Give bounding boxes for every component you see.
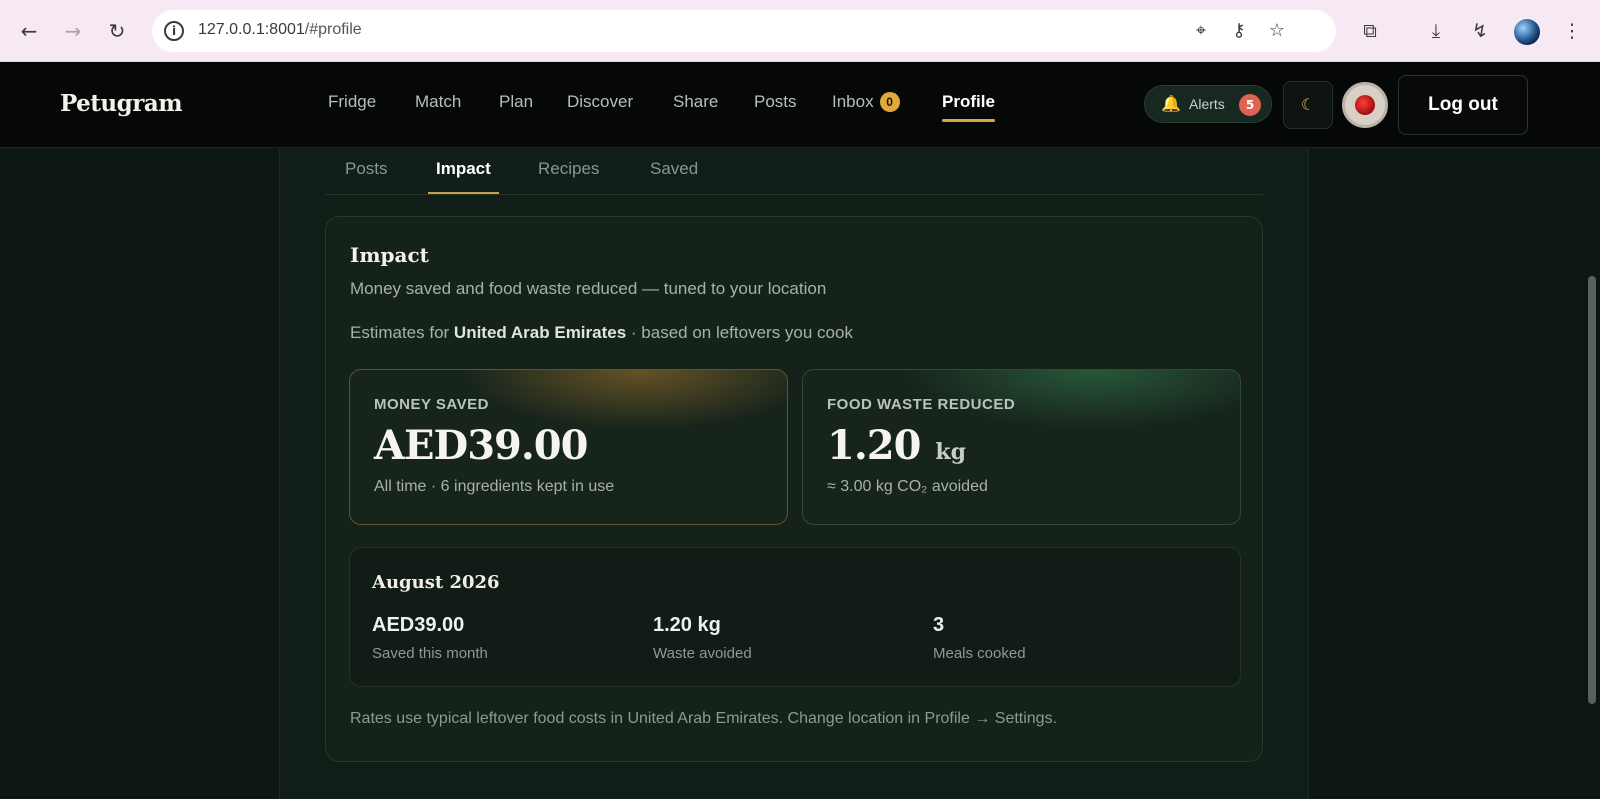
alerts-button[interactable]: 🔔 Alerts 5 [1144,85,1272,123]
impact-subtitle: Money saved and food waste reduced — tun… [350,279,827,298]
nav-discover[interactable]: Discover [567,92,633,112]
reload-icon[interactable]: ↻ [104,18,130,44]
browser-profile-avatar[interactable] [1514,19,1540,45]
impact-estimate-line: Estimates for United Arab Emirates · bas… [350,323,853,342]
profile-tabs: Posts Impact Recipes Saved [325,149,1263,195]
estimate-country: United Arab Emirates [453,323,627,342]
app-logo[interactable]: Petugram [60,90,183,117]
nav-share[interactable]: Share [673,92,718,112]
impact-card: Impact Money saved and food waste reduce… [325,216,1263,762]
browser-toolbar: ← → ↻ i 127.0.0.1:8001/#profile ⌖ ⚷ ☆ ⧉ … [0,0,1600,62]
back-icon[interactable]: ← [16,18,42,44]
nav-fridge[interactable]: Fridge [328,92,376,112]
forward-icon[interactable]: → [60,18,86,44]
nav-posts[interactable]: Posts [754,92,797,112]
nav-inbox-label: Inbox [832,92,874,111]
avatar-image [1355,95,1375,115]
nav-inbox[interactable]: Inbox 0 [832,92,900,112]
month-stat-label: Saved this month [372,645,488,662]
nav-match[interactable]: Match [415,92,461,112]
alerts-count-badge: 5 [1239,94,1261,116]
money-saved-label: MONEY SAVED [374,396,489,413]
tab-posts[interactable]: Posts [345,159,388,179]
month-stat-value: 3 [933,614,945,636]
menu-kebab-icon[interactable]: ⋮ [1560,19,1584,43]
page-scrollbar[interactable] [1588,276,1596,704]
month-stat-waste: 1.20 kg Waste avoided [653,614,752,662]
url-text[interactable]: 127.0.0.1:8001/#profile [198,21,362,39]
site-info-icon[interactable]: i [164,21,184,41]
food-waste-card: FOOD WASTE REDUCED 1.20 kg ≈ 3.00 kg CO₂… [802,369,1241,525]
extensions-icon[interactable]: ⧉ [1358,19,1382,43]
user-avatar[interactable] [1342,82,1388,128]
alerts-label: Alerts [1189,96,1225,112]
month-stat-value: 1.20 kg [653,614,721,636]
location-pin-icon[interactable]: ⌖ [1190,20,1212,42]
tab-saved[interactable]: Saved [650,159,698,179]
month-stat-label: Waste avoided [653,645,752,662]
money-saved-foot: All time · 6 ingredients kept in use [374,478,615,495]
tab-impact[interactable]: Impact [428,159,499,194]
nav-profile[interactable]: Profile [942,92,995,122]
money-saved-card: MONEY SAVED AED39.00 All time · 6 ingred… [349,369,788,525]
app-header: Petugram Fridge Match Plan Discover Shar… [0,62,1600,148]
bookmark-star-icon[interactable]: ☆ [1266,20,1288,42]
inbox-count-badge: 0 [879,92,900,112]
month-stat-value: AED39.00 [372,614,465,636]
food-waste-value: 1.20 kg [827,422,966,469]
food-waste-unit: kg [935,439,966,465]
impact-title: Impact [350,243,429,267]
performance-icon[interactable]: ↯ [1468,19,1492,43]
money-saved-value: AED39.00 [374,422,588,469]
month-stat-meals: 3 Meals cooked [933,614,1026,662]
tab-recipes[interactable]: Recipes [538,159,599,179]
nav-plan[interactable]: Plan [499,92,533,112]
month-stat-label: Meals cooked [933,645,1026,662]
monthly-summary-card: August 2026 AED39.00 Saved this month 1.… [349,547,1241,687]
month-title: August 2026 [372,572,500,593]
bell-icon: 🔔 [1161,94,1181,113]
logout-button[interactable]: Log out [1398,75,1528,135]
food-waste-label: FOOD WASTE REDUCED [827,396,1016,413]
address-bar[interactable]: i 127.0.0.1:8001/#profile ⌖ ⚷ ☆ [152,10,1336,52]
key-icon[interactable]: ⚷ [1228,20,1250,42]
moon-icon: ☾ [1300,95,1316,114]
theme-toggle-button[interactable]: ☾ [1283,81,1333,129]
rates-note: Rates use typical leftover food costs in… [350,710,1058,727]
co2-avoided-foot: ≈ 3.00 kg CO₂ avoided [827,478,988,495]
download-icon[interactable]: ⤓ [1424,19,1448,43]
month-stat-saved: AED39.00 Saved this month [372,614,488,662]
